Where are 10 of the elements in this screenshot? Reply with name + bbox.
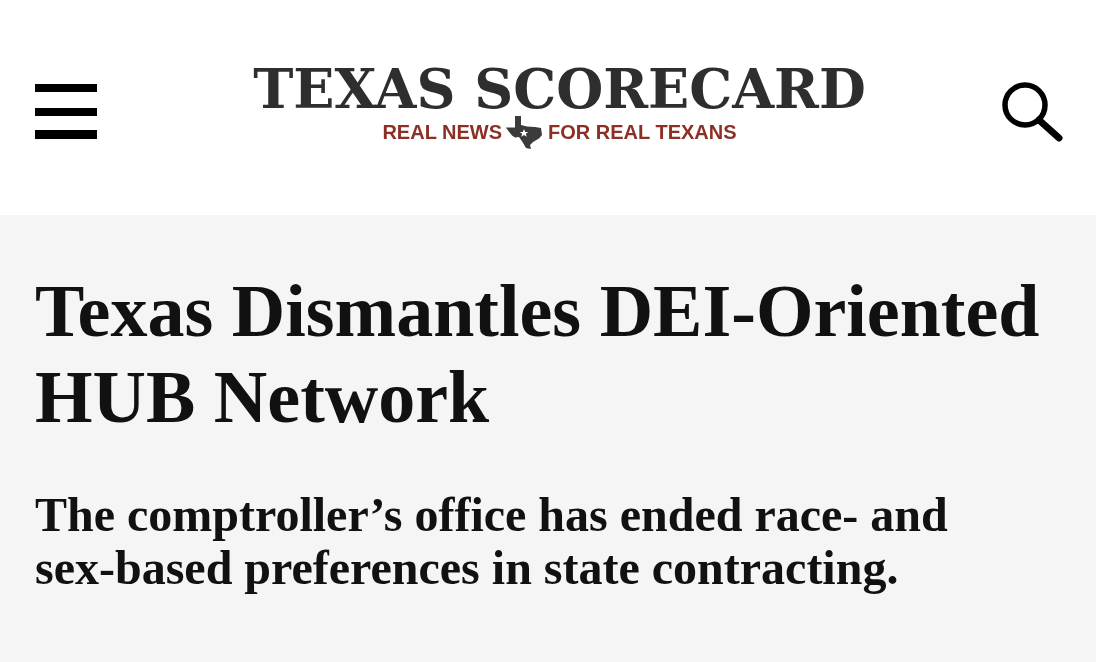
search-button[interactable] <box>1002 81 1064 142</box>
search-icon <box>1002 81 1064 142</box>
texas-map-icon <box>506 115 545 149</box>
menu-button[interactable] <box>35 84 97 139</box>
logo-tagline: FOR REAL TEXANS <box>548 120 737 145</box>
logo-tagline: REAL NEWS <box>382 120 503 145</box>
site-logo[interactable]: TEXAS SCORECARD <box>253 60 866 117</box>
article-subheadline: The comptroller’s office has ended race- and sex-based preferences in state contracting. <box>35 488 949 594</box>
article-headline: Texas Dismantles DEI-Oriented HUB Network <box>35 269 1041 440</box>
menu-icon <box>35 84 97 139</box>
